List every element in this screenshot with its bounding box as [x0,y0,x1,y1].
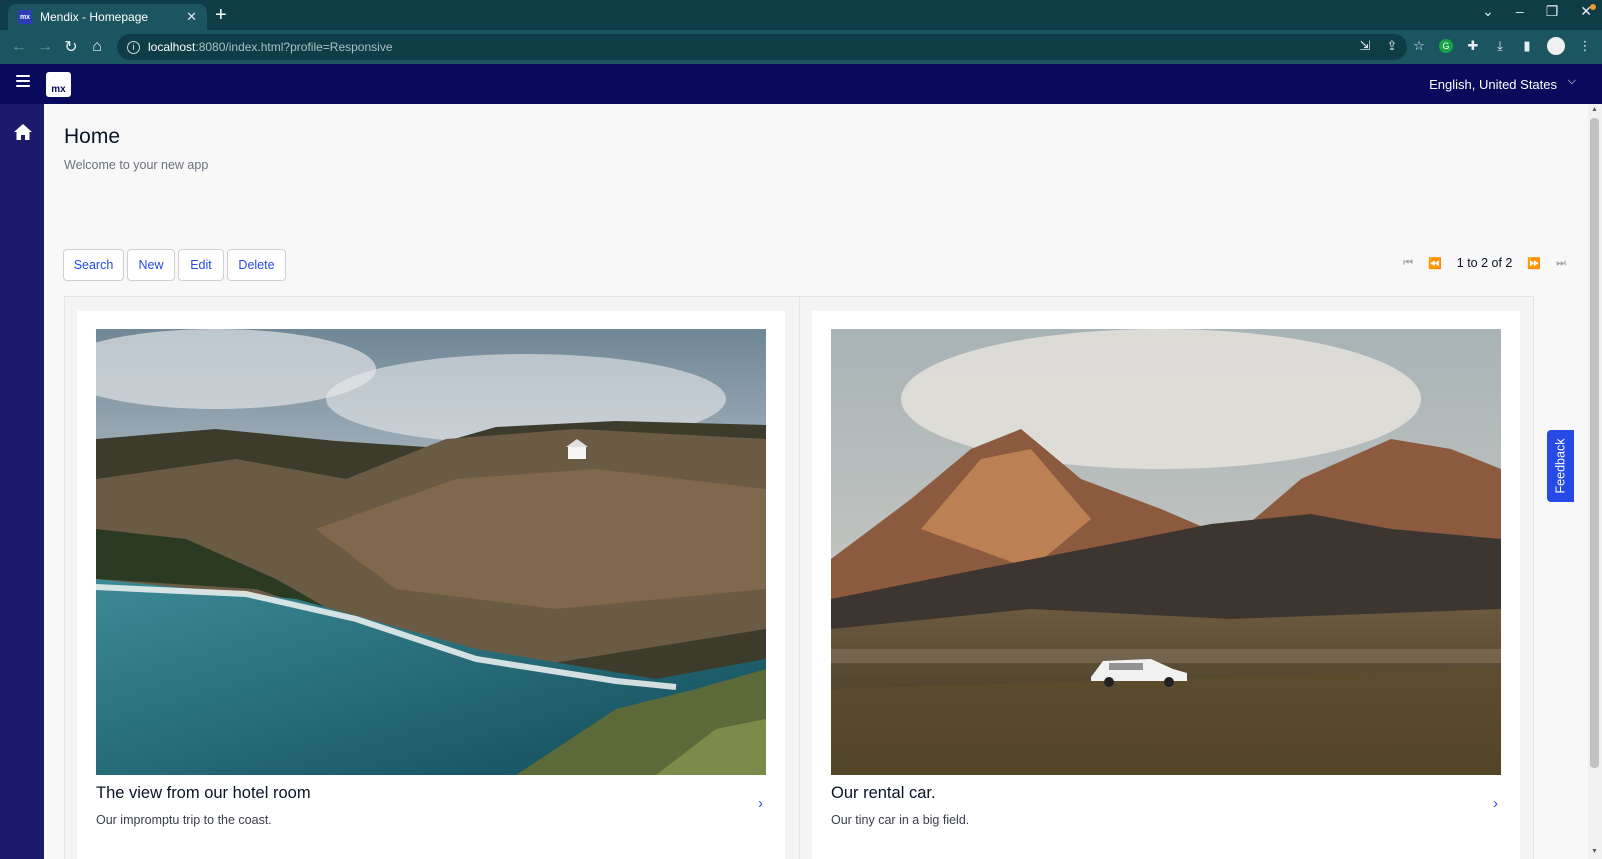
browser-tab[interactable]: mx Mendix - Homepage ✕ [8,4,207,30]
delete-button[interactable]: Delete [227,249,286,281]
grammarly-extension-icon[interactable]: G [1439,39,1453,53]
coastal-cliffs-image [96,329,766,775]
feedback-label: Feedback [1553,438,1568,494]
scrollbar-thumb[interactable] [1590,118,1599,768]
mendix-favicon-icon: mx [18,10,32,24]
search-button[interactable]: Search [63,249,124,281]
scroll-down-icon[interactable]: ▼ [1590,848,1599,856]
address-bar[interactable]: i localhost:8080/index.html?profile=Resp… [117,34,1407,60]
language-selector[interactable]: English, United States [1429,77,1557,92]
card-title: Our rental car. [831,784,936,802]
home-icon[interactable] [13,122,33,142]
window-controls: ⌄ – ❐ ✕ [1482,3,1592,20]
notification-dot [1590,4,1596,10]
tab-title: Mendix - Homepage [40,10,149,24]
chevron-right-icon[interactable]: › [1493,795,1498,812]
browser-tab-bar: mx Mendix - Homepage ✕ + ⌄ – ❐ ✕ [0,0,1602,30]
page-title: Home [64,125,121,148]
home-browser-icon[interactable]: ⌂ [84,38,110,56]
back-arrow-icon[interactable]: ← [6,38,32,56]
restore-button[interactable]: ❐ [1546,3,1559,20]
card-description: Our impromptu trip to the coast. [96,813,272,827]
next-page-icon[interactable]: ⏩ [1527,257,1541,270]
url-path: :8080/index.html?profile=Responsive [195,40,393,54]
page-status: 1 to 2 of 2 [1456,256,1513,270]
app-header: mx English, United States ⌵ [0,64,1602,104]
forward-arrow-icon[interactable]: → [32,38,58,56]
gallery-card[interactable]: Our rental car. Our tiny car in a big fi… [812,311,1520,859]
tab-close-icon[interactable]: ✕ [186,9,197,25]
browser-extension-bar: ⇲ ⇪ ☆ G ✚ ⤓ ▮ ⋮ [1358,37,1592,55]
install-app-icon[interactable]: ⇲ [1358,38,1372,54]
last-page-icon[interactable]: ⏭ [1556,257,1566,270]
gallery-card[interactable]: The view from our hotel room Our impromp… [77,311,785,859]
scroll-up-icon[interactable]: ▲ [1590,106,1599,114]
page-subtitle: Welcome to your new app [64,158,209,172]
share-icon[interactable]: ⇪ [1385,38,1399,54]
tab-search-icon[interactable]: ⌄ [1482,3,1494,20]
side-panel-icon[interactable]: ▮ [1520,38,1534,54]
card-description: Our tiny car in a big field. [831,813,970,827]
minimize-button[interactable]: – [1516,3,1524,20]
mountain-field-car-image [831,329,1501,775]
extensions-puzzle-icon[interactable]: ✚ [1466,38,1480,54]
first-page-icon[interactable]: ⏮ [1403,257,1413,270]
url-host: localhost [148,40,196,54]
previous-page-icon[interactable]: ⏪ [1428,257,1442,270]
browser-menu-icon[interactable]: ⋮ [1578,38,1592,54]
site-info-icon[interactable]: i [127,40,140,54]
card-title: The view from our hotel room [96,784,311,802]
hamburger-menu-icon[interactable] [16,75,30,89]
new-tab-button[interactable]: + [215,4,227,26]
edit-button[interactable]: Edit [178,249,224,281]
pagination: ⏮ ⏪ 1 to 2 of 2 ⏩ ⏭ [1403,256,1566,270]
profile-avatar[interactable] [1547,37,1565,55]
new-button[interactable]: New [127,249,175,281]
feedback-button[interactable]: Feedback [1547,430,1574,502]
downloads-icon[interactable]: ⤓ [1493,38,1507,54]
gallery-list: The view from our hotel room Our impromp… [64,296,1534,859]
main-content: Home Welcome to your new app Search New … [44,104,1588,859]
chevron-down-icon[interactable]: ⌵ [1568,75,1576,88]
mendix-logo[interactable]: mx [46,72,71,97]
sidebar [0,104,44,859]
chevron-right-icon[interactable]: › [758,795,763,812]
gallery-divider [799,297,800,859]
bookmark-star-icon[interactable]: ☆ [1412,38,1426,54]
reload-icon[interactable]: ↻ [58,37,84,57]
